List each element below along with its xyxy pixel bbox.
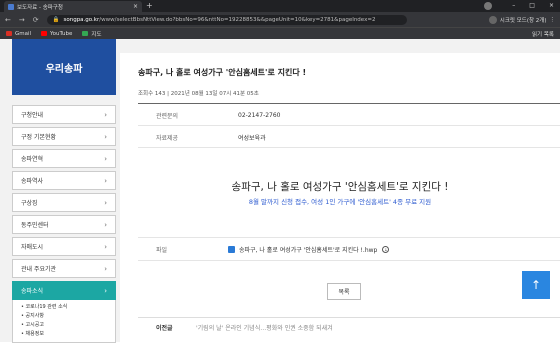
bookmark-youtube[interactable]: YouTube [41, 31, 72, 37]
download-icon[interactable]: ↓ [382, 245, 390, 253]
submenu-item-announcements[interactable]: • 고시공고 [21, 321, 107, 330]
bookmark-gmail[interactable]: Gmail [6, 31, 31, 37]
browser-toolbar: ← → ⟳ 🔒 songpa.go.kr/www/selectBbsNttVie… [0, 12, 560, 27]
file-label: 파일 [156, 246, 168, 254]
prev-label: 이전글 [156, 325, 173, 332]
chevron-down-icon: › [104, 286, 107, 295]
attachment-row: 파일 송파구, 나 홀로 여성가구 '안심홈세트'로 지킨다 !.hwp ↓ [138, 237, 560, 261]
address-bar[interactable]: 🔒 songpa.go.kr/www/selectBbsNttView.do?b… [46, 14, 407, 25]
sidebar-item-institutions[interactable]: 관내 주요기관 › [12, 259, 116, 278]
tab-close-icon[interactable]: × [133, 3, 138, 10]
sidebar-item-status[interactable]: 구정 기본현황 › [12, 127, 116, 146]
sidebar-item-label: 송파역사 [21, 178, 44, 185]
sidebar-item-office-guide[interactable]: 구청안내 › [12, 105, 116, 124]
url-host: songpa.go.kr [63, 16, 100, 23]
sidebar-item-news[interactable]: 송파소식 › [12, 281, 116, 300]
back-icon[interactable]: ← [5, 16, 11, 24]
url-path: /www/selectBbsNttView.do?bbsNo=96&nttNo=… [99, 16, 376, 23]
menu-icon[interactable]: ⋮ [550, 17, 556, 23]
sidebar: 우리송파 구청안내 › 구정 기본현황 › 송파연혁 › 송파역사 › 구상징 › 동주민… [12, 39, 116, 343]
main-content: 송파구, 나 홀로 여성가구 '안심홈세트'로 지킨다 ! 조회수 143 | … [120, 53, 560, 342]
bookmark-label: YouTube [50, 30, 73, 37]
lock-icon: 🔒 [52, 16, 60, 23]
chevron-right-icon: › [104, 220, 107, 229]
new-tab-button[interactable]: + [146, 1, 153, 10]
sidebar-item-label: 자매도시 [21, 244, 44, 251]
chevron-right-icon: › [104, 176, 107, 185]
chevron-right-icon: › [104, 132, 107, 141]
sidebar-item-label: 구상징 [21, 200, 38, 207]
tab-title: 보도자료 - 송파구청 [17, 4, 63, 11]
submenu-item-notices[interactable]: • 공지사항 [21, 312, 107, 321]
attachment-link[interactable]: 송파구, 나 홀로 여성가구 '안심홈세트'로 지킨다 !.hwp [239, 245, 377, 254]
bookmark-label: Gmail [15, 30, 32, 37]
sidebar-menu: 구청안내 › 구정 기본현황 › 송파연혁 › 송파역사 › 구상징 › 동주민센터 › 자… [12, 105, 116, 343]
page-title: 송파구, 나 홀로 여성가구 '안심홈세트'로 지킨다 ! [138, 68, 307, 77]
article-subheadline: 8월 말까지 신청 접수, 여성 1인 가구에 '안심홈세트' 4종 무료 지원 [248, 198, 432, 206]
incognito-label: 시크릿 모드(창 2개) [499, 17, 547, 24]
sidebar-item-label: 구정 기본현황 [21, 134, 57, 141]
submenu-item-covid[interactable]: • 코로나19 관련 소식 [21, 303, 107, 312]
page: 우리송파 구청안내 › 구정 기본현황 › 송파연혁 › 송파역사 › 구상징 › 동주민… [0, 39, 560, 343]
incognito-indicator[interactable]: 시크릿 모드(창 2개) ⋮ [488, 15, 556, 24]
sidebar-item-label: 동주민센터 [21, 222, 49, 229]
contact-value: 02-2147-2760 [238, 111, 281, 119]
prev-post-link[interactable]: '기림의 날' 온라인 기념식…평화와 인권 소중함 되새겨 [196, 323, 333, 332]
chevron-right-icon: › [104, 264, 107, 273]
provider-value: 여성보육과 [238, 134, 266, 142]
bookmarks-bar: Gmail YouTube 지도 읽기 목록 [0, 27, 560, 39]
forward-icon[interactable]: → [19, 16, 25, 24]
divider [138, 103, 560, 104]
browser-tab[interactable]: 보도자료 - 송파구청 × [4, 1, 142, 12]
chevron-right-icon: › [104, 154, 107, 163]
sidebar-item-sister-cities[interactable]: 자매도시 › [12, 237, 116, 256]
provider-label: 자료제공 [156, 134, 179, 142]
sidebar-item-label: 송파소식 [21, 288, 44, 295]
chevron-right-icon: › [104, 242, 107, 251]
close-window-button[interactable]: × [549, 0, 554, 12]
reading-list[interactable]: 읽기 목록 [532, 30, 554, 38]
sidebar-submenu: • 코로나19 관련 소식 • 공지사항 • 고시공고 • 채용정보 [12, 300, 116, 343]
minimize-button[interactable]: – [512, 0, 515, 12]
youtube-icon [41, 31, 48, 36]
submenu-item-jobs[interactable]: • 채용정보 [21, 330, 107, 339]
sidebar-item-label: 관내 주요기관 [21, 266, 57, 273]
chevron-right-icon: › [104, 110, 107, 119]
maximize-button[interactable]: □ [529, 0, 535, 12]
prev-post-row: 이전글 '기림의 날' 온라인 기념식…평화와 인권 소중함 되새겨 [138, 317, 560, 337]
sidebar-item-history[interactable]: 송파연혁 › [12, 149, 116, 168]
bookmark-label: 지도 [91, 31, 102, 38]
browser-tab-strip: 보도자료 - 송파구청 × + – □ × [0, 0, 560, 12]
profile-icon[interactable] [484, 2, 492, 10]
list-button[interactable]: 목록 [327, 283, 361, 300]
window-controls: – □ × [484, 0, 554, 12]
sidebar-title: 우리송파 [12, 39, 116, 95]
gmail-icon [6, 31, 12, 36]
reload-icon[interactable]: ⟳ [33, 16, 39, 24]
contact-label: 관련문의 [156, 112, 179, 120]
favicon-icon [8, 3, 14, 10]
sidebar-item-label: 송파연혁 [21, 156, 44, 163]
provider-row: 자료제공 여성보육과 [138, 127, 560, 148]
hwp-file-icon [228, 245, 235, 253]
sidebar-item-songpa-history[interactable]: 송파역사 › [12, 171, 116, 190]
contact-row: 관련문의 02-2147-2760 [138, 105, 560, 126]
chevron-right-icon: › [104, 198, 107, 207]
post-meta: 조회수 143 | 2021년 08월 13일 07시 41분 05초 [138, 91, 259, 97]
sidebar-item-label: 구청안내 [21, 112, 44, 119]
sidebar-item-symbol[interactable]: 구상징 › [12, 193, 116, 212]
incognito-icon [488, 15, 497, 24]
bookmark-maps[interactable]: 지도 [82, 30, 102, 38]
maps-icon [82, 31, 89, 36]
sidebar-item-community-centers[interactable]: 동주민센터 › [12, 215, 116, 234]
article-headline: 송파구, 나 홀로 여성가구 '안심홈세트'로 지킨다 ! [231, 181, 449, 193]
scroll-top-button[interactable]: ↑ [522, 271, 550, 299]
